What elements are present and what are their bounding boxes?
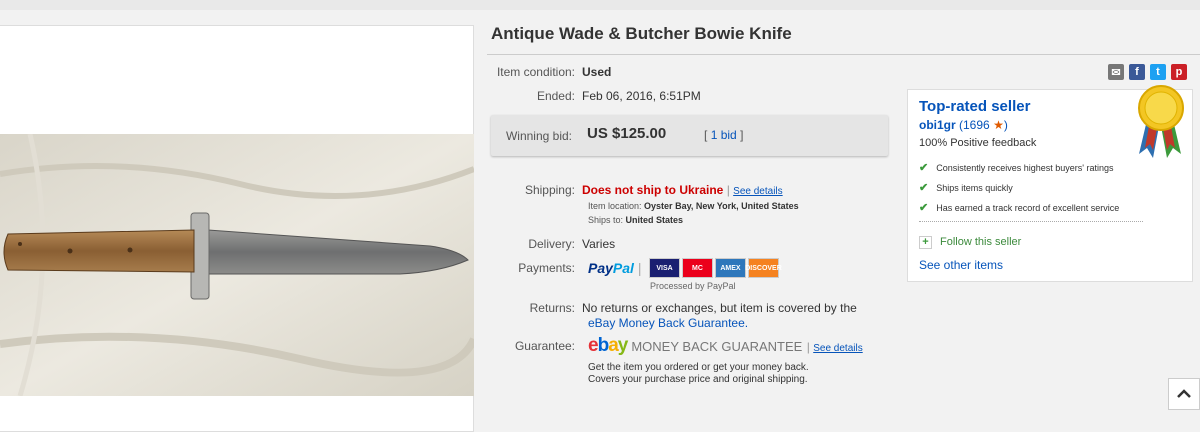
seller-bullet-text: Consistently receives highest buyers' ra… (936, 163, 1114, 173)
winning-bid-box: Winning bid: US $125.00 [ 1 bid ] (491, 115, 888, 156)
ended-label: Ended: (536, 89, 575, 103)
star-icon: ★ (993, 118, 1004, 132)
payments-methods: PayPal | VISA MC AMEX DISCOVER Processed… (588, 258, 788, 294)
seller-name-link[interactable]: obi1gr (919, 118, 956, 132)
email-share-icon[interactable]: ✉ (1108, 64, 1124, 80)
top-rated-badge-icon (1138, 85, 1184, 158)
shipping-label: Shipping: (524, 183, 575, 197)
facebook-share-icon[interactable]: f (1129, 64, 1145, 80)
item-location-label: Item location: (588, 201, 642, 211)
seller-bullet-3: ✔ Has earned a track record of excellent … (919, 201, 1119, 214)
item-location-row: Item location: Oyster Bay, New York, Uni… (588, 201, 799, 211)
social-share-icons: ✉ f t p (1108, 64, 1187, 80)
shipping-value: Does not ship to Ukraine (582, 183, 724, 197)
processed-by-paypal: Processed by PayPal (650, 281, 736, 291)
bid-count-link[interactable]: 1 bid (711, 128, 737, 142)
pinterest-share-icon[interactable]: p (1171, 64, 1187, 80)
ships-to-value: United States (625, 215, 684, 225)
bid-count: [ 1 bid ] (704, 128, 743, 142)
ships-to-row: Ships to: United States (588, 215, 683, 225)
card-logos: VISA MC AMEX DISCOVER (649, 258, 782, 278)
bid-bracket-close: ] (740, 128, 744, 142)
chevron-up-icon (1177, 389, 1191, 398)
positive-feedback: 100% Positive feedback (919, 137, 1037, 149)
condition-value: Used (582, 65, 612, 79)
guarantee-see-details-link[interactable]: See details (813, 343, 862, 354)
winning-bid-label: Winning bid: (505, 129, 572, 143)
top-rated-seller-heading: Top-rated seller (919, 98, 1031, 115)
returns-link-row: eBay Money Back Guarantee. (588, 316, 748, 330)
money-back-guarantee-link[interactable]: eBay Money Back Guarantee. (588, 316, 748, 330)
check-icon: ✔ (919, 162, 929, 174)
feedback-count-close: ) (1003, 118, 1008, 132)
amex-card-icon: AMEX (715, 258, 746, 278)
seller-bullet-1: ✔ Consistently receives highest buyers' r… (919, 161, 1114, 174)
payments-label: Payments: (518, 261, 575, 275)
guarantee-label: Guarantee: (514, 339, 575, 353)
twitter-share-icon[interactable]: t (1150, 64, 1166, 80)
discover-card-icon: DISCOVER (745, 258, 782, 278)
feedback-count[interactable]: (1696 ★) (959, 118, 1008, 132)
money-back-guarantee-text: MONEY BACK GUARANTEE (631, 339, 803, 354)
ships-to-label: Ships to: (588, 215, 624, 225)
delivery-label: Delivery: (528, 237, 575, 251)
guarantee-line-2: Covers your purchase price and original … (588, 374, 808, 385)
bid-bracket-open: [ (704, 128, 708, 142)
dotted-divider (919, 221, 1143, 222)
plus-icon: + (919, 236, 932, 249)
seller-name-row: obi1gr (1696 ★) (919, 118, 1008, 132)
see-other-items-link[interactable]: See other items (919, 258, 1003, 272)
seller-bullet-text: Ships items quickly (936, 183, 1013, 193)
follow-seller-label: Follow this seller (940, 236, 1022, 248)
listing-title: Antique Wade & Butcher Bowie Knife (491, 24, 792, 43)
ebay-logo: ebay (588, 335, 628, 356)
mastercard-card-icon: MC (682, 258, 713, 278)
check-icon: ✔ (919, 182, 929, 194)
item-photo[interactable] (0, 134, 474, 396)
winning-bid-value: US $125.00 (587, 125, 667, 142)
visa-card-icon: VISA (649, 258, 680, 278)
shipping-see-details-link[interactable]: See details (733, 186, 782, 197)
item-location-value: Oyster Bay, New York, United States (644, 201, 799, 211)
follow-seller-button[interactable]: + Follow this seller (919, 236, 1021, 249)
returns-text: No returns or exchanges, but item is cov… (582, 301, 857, 315)
delivery-value: Varies (582, 237, 616, 251)
image-panel (0, 25, 474, 432)
seller-bullet-2: ✔ Ships items quickly (919, 181, 1013, 194)
shipping-value-group: Does not ship to Ukraine | See details (582, 183, 783, 197)
paypal-logo-part2: Pal (612, 260, 634, 276)
guarantee-line-1: Get the item you ordered or get your mon… (588, 362, 809, 373)
scroll-to-top-button[interactable] (1168, 378, 1200, 410)
guarantee-logo-group: ebay MONEY BACK GUARANTEE | See details (588, 335, 863, 357)
returns-label: Returns: (529, 301, 575, 315)
ended-value: Feb 06, 2016, 6:51PM (582, 89, 701, 103)
seller-bullet-text: Has earned a track record of excellent s… (936, 203, 1120, 213)
top-strip (0, 0, 1200, 10)
feedback-count-number: (1696 (959, 118, 990, 132)
paypal-logo: PayPal | (588, 260, 642, 276)
guarantee-description: Get the item you ordered or get your mon… (588, 362, 809, 386)
check-icon: ✔ (919, 202, 929, 214)
condition-label: Item condition: (496, 65, 575, 79)
paypal-logo-part1: Pay (588, 260, 613, 276)
title-divider (487, 54, 1200, 55)
